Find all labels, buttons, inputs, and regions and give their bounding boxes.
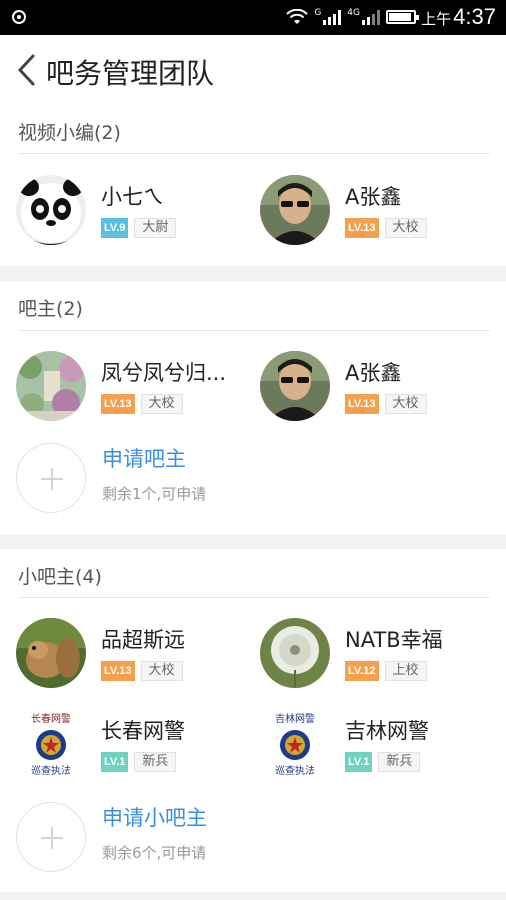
back-arrow-icon[interactable] xyxy=(14,53,40,87)
apply-label[interactable]: 申请小吧主 xyxy=(102,802,207,832)
squirrel-avatar[interactable] xyxy=(16,618,86,688)
man-sunglasses-avatar[interactable] xyxy=(260,175,330,245)
rank-badge: 大校 xyxy=(140,661,183,681)
level-badge: LV.13 xyxy=(101,661,135,681)
level-badge: LV.13 xyxy=(345,394,379,414)
rank-badge: 上校 xyxy=(384,661,427,681)
apply-assistant-owner-button[interactable]: 申请小吧主 剩余6个,可申请 xyxy=(16,802,316,874)
level-badge: LV.12 xyxy=(345,661,379,681)
clock-time: 4:37 xyxy=(453,4,496,29)
rank-badge: 新兵 xyxy=(134,752,177,772)
member-card[interactable]: NATB幸福 LV.12 上校 xyxy=(260,618,490,698)
man-sunglasses-avatar[interactable] xyxy=(260,351,330,421)
seal-bottom-text: 巡查执法 xyxy=(31,764,71,777)
member-card[interactable]: 凤兮凤兮归... LV.13 大校 xyxy=(16,351,246,431)
section-assistant-owners: 小吧主(4) 品超斯远 LV.13 大校 NATB幸福 LV.12 上校 长春网… xyxy=(0,549,506,892)
seal-bottom-text: 巡查执法 xyxy=(275,764,315,777)
apply-remaining-text: 剩余1个,可申请 xyxy=(102,485,207,503)
apply-remaining-text: 剩余6个,可申请 xyxy=(102,844,207,862)
rank-badge: 大校 xyxy=(140,394,183,414)
dandelion-avatar[interactable] xyxy=(260,618,330,688)
rank-badge: 大尉 xyxy=(134,218,177,238)
rank-badge: 大校 xyxy=(384,394,427,414)
signal-icon-2: 4G xyxy=(347,9,380,25)
section-bar-owners: 吧主(2) 凤兮凤兮归... LV.13 大校 A张鑫 LV.13 大校 申请吧… xyxy=(0,282,506,534)
clock: 上午4:37 xyxy=(421,4,496,30)
police-emblem-avatar[interactable]: 吉林网警 巡查执法 xyxy=(260,709,330,779)
section-title: 吧主(2) xyxy=(18,298,83,320)
section-title: 小吧主(4) xyxy=(18,566,102,588)
level-badge: LV.13 xyxy=(345,218,379,238)
clock-ampm: 上午 xyxy=(421,11,452,28)
seal-top-text: 吉林网警 xyxy=(275,712,315,725)
divider xyxy=(18,153,490,154)
rank-badge: 新兵 xyxy=(378,752,421,772)
panda-avatar[interactable] xyxy=(16,175,86,245)
member-name: 凤兮凤兮归... xyxy=(101,361,227,385)
member-name: 吉林网警 xyxy=(345,719,429,743)
signal-icon: G xyxy=(314,8,342,25)
member-card[interactable]: 小七ㄟ LV.9 大尉 xyxy=(16,175,246,255)
member-name: A张鑫 xyxy=(345,185,402,209)
member-card[interactable]: 品超斯远 LV.13 大校 xyxy=(16,618,246,698)
divider xyxy=(18,330,490,331)
member-name: 品超斯远 xyxy=(101,628,185,652)
member-name: A张鑫 xyxy=(345,361,402,385)
plus-icon[interactable] xyxy=(16,443,86,513)
header-bar: 吧务管理团队 xyxy=(0,35,506,105)
apply-bar-owner-button[interactable]: 申请吧主 剩余1个,可申请 xyxy=(16,443,316,515)
level-badge: LV.1 xyxy=(101,752,129,772)
battery-icon xyxy=(386,10,419,24)
wifi-icon xyxy=(286,9,309,24)
member-name: 小七ㄟ xyxy=(101,185,164,209)
police-emblem-avatar[interactable]: 长春网警 巡查执法 xyxy=(16,709,86,779)
member-card[interactable]: 长春网警 巡查执法 长春网警 LV.1 新兵 xyxy=(16,709,246,789)
member-card[interactable]: A张鑫 LV.13 大校 xyxy=(260,351,490,431)
member-name: 长春网警 xyxy=(101,719,185,743)
seal-top-text: 长春网警 xyxy=(31,712,71,725)
section-video-editors: 视频小编(2) 小七ㄟ LV.9 大尉 A张鑫 LV.13 大校 xyxy=(0,105,506,266)
notification-icon xyxy=(12,10,26,24)
page-title: 吧务管理团队 xyxy=(46,57,215,90)
level-badge: LV.9 xyxy=(101,218,129,238)
divider xyxy=(18,597,490,598)
level-badge: LV.1 xyxy=(345,752,373,772)
garden-painting-avatar[interactable] xyxy=(16,351,86,421)
member-card[interactable]: 吉林网警 巡查执法 吉林网警 LV.1 新兵 xyxy=(260,709,490,789)
level-badge: LV.13 xyxy=(101,394,135,414)
rank-badge: 大校 xyxy=(384,218,427,238)
network-label: G xyxy=(314,8,322,18)
plus-icon[interactable] xyxy=(16,802,86,872)
apply-label[interactable]: 申请吧主 xyxy=(102,443,186,473)
section-title: 视频小编(2) xyxy=(18,122,121,144)
network-label-2: 4G xyxy=(347,8,360,18)
status-bar: G 4G 上午4:37 xyxy=(0,0,506,35)
member-card[interactable]: A张鑫 LV.13 大校 xyxy=(260,175,490,255)
member-name: NATB幸福 xyxy=(345,628,443,652)
